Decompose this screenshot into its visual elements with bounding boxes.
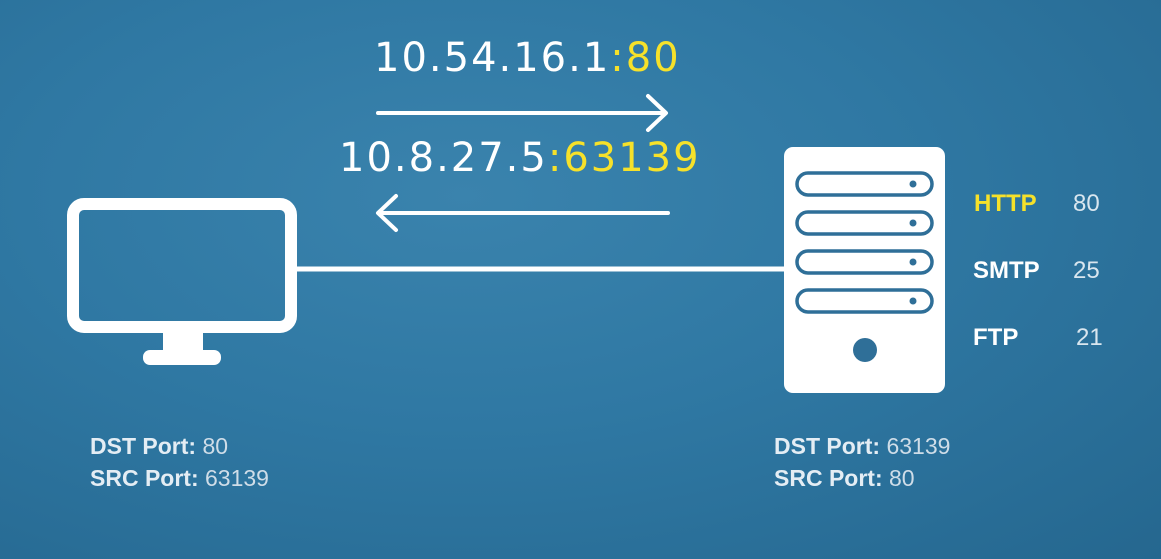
request-ip: 10.54.16.1	[374, 35, 611, 81]
service-name-ftp: FTP	[973, 324, 1019, 351]
request-address: 10.54.16.1:80	[374, 38, 681, 78]
client-src-port: SRC Port: 63139	[90, 467, 269, 490]
response-port: :63139	[547, 135, 701, 181]
server-tower-icon	[784, 147, 945, 393]
service-name-smtp: SMTP	[973, 257, 1040, 284]
server-src-value: 80	[889, 465, 915, 491]
server-src-port: SRC Port: 80	[774, 467, 915, 490]
response-arrow-icon	[376, 194, 670, 232]
response-address: 10.8.27.5:63139	[339, 138, 701, 178]
server-src-label: SRC Port:	[774, 465, 883, 491]
server-dst-port: DST Port: 63139	[774, 435, 950, 458]
client-dst-label: DST Port:	[90, 433, 197, 459]
request-arrow-icon	[376, 94, 668, 132]
client-dst-port: DST Port: 80	[90, 435, 228, 458]
service-port-http: 80	[1073, 190, 1100, 217]
server-dst-value: 63139	[886, 433, 951, 459]
service-port-ftp: 21	[1076, 324, 1103, 351]
client-dst-value: 80	[202, 433, 229, 459]
monitor-icon	[67, 198, 297, 365]
server-dst-label: DST Port:	[774, 433, 881, 459]
service-name-http: HTTP	[974, 190, 1037, 217]
service-port-smtp: 25	[1073, 257, 1100, 284]
client-src-value: 63139	[205, 465, 269, 491]
client-src-label: SRC Port:	[90, 465, 199, 491]
response-ip: 10.8.27.5	[339, 135, 548, 181]
request-port: :80	[610, 35, 681, 81]
